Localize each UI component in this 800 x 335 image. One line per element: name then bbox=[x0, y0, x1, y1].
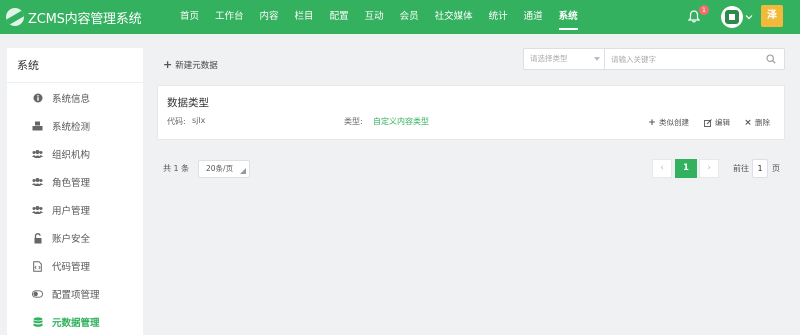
sidebar-title: 系统 bbox=[7, 48, 143, 83]
nav-item-catalog[interactable]: 栏目 bbox=[287, 0, 322, 34]
unlock-icon bbox=[32, 232, 43, 244]
page-1-button[interactable]: 1 bbox=[675, 159, 697, 178]
nav-item-home[interactable]: 首页 bbox=[172, 0, 207, 34]
avatar[interactable]: 泽 bbox=[761, 5, 783, 27]
main-nav: 首页 工作台 内容 栏目 配置 互动 会员 社交媒体 统计 通道 系统 bbox=[172, 0, 586, 34]
new-metadata-button[interactable]: + 新建元数据 bbox=[163, 58, 218, 72]
nav-item-system[interactable]: 系统 bbox=[551, 0, 586, 34]
sidebar-item-user-management[interactable]: 用户管理 bbox=[7, 200, 143, 220]
next-page-button[interactable]: › bbox=[699, 159, 719, 178]
nav-item-social-media[interactable]: 社交媒体 bbox=[427, 0, 481, 34]
prev-page-button[interactable]: ‹ bbox=[652, 159, 672, 178]
database-icon bbox=[32, 316, 43, 328]
code-file-icon bbox=[32, 260, 43, 272]
metadata-card: 数据类型 代码: sjlx 类型: 自定义内容类型 + 类似创建 编辑 × 删除 bbox=[157, 85, 785, 140]
sidebar: 系统 系统信息 系统检测 组织机构 角色管理 用户管理 账户安全 代码管理 配置… bbox=[7, 48, 143, 335]
copy-create-button[interactable]: + 类似创建 bbox=[648, 117, 689, 128]
total-count: 共 1 条 bbox=[163, 164, 190, 173]
app-title: ZCMS内容管理系统 bbox=[28, 11, 142, 27]
type-select[interactable]: 请选择类型 bbox=[523, 48, 605, 70]
card-title: 数据类型 bbox=[167, 97, 209, 109]
users-icon bbox=[32, 177, 43, 188]
delete-button[interactable]: × 删除 bbox=[744, 117, 770, 128]
nav-item-member[interactable]: 会员 bbox=[392, 0, 427, 34]
edit-icon bbox=[704, 118, 712, 127]
goto-unit: 页 bbox=[772, 164, 780, 173]
code-label: 代码: bbox=[167, 117, 186, 126]
chevron-down-icon[interactable] bbox=[745, 13, 753, 21]
sidebar-item-account-security[interactable]: 账户安全 bbox=[7, 228, 143, 248]
users-icon bbox=[32, 149, 43, 160]
edit-button[interactable]: 编辑 bbox=[704, 117, 730, 128]
cubes-icon bbox=[32, 121, 43, 132]
sidebar-item-metadata-management[interactable]: 元数据管理 bbox=[7, 312, 143, 332]
nav-item-content[interactable]: 内容 bbox=[252, 0, 287, 34]
search-icon[interactable] bbox=[766, 54, 776, 64]
nav-item-config[interactable]: 配置 bbox=[322, 0, 357, 34]
nav-item-workbench[interactable]: 工作台 bbox=[207, 0, 252, 34]
users-icon bbox=[32, 205, 43, 216]
plus-icon: + bbox=[648, 117, 656, 128]
sidebar-item-organization[interactable]: 组织机构 bbox=[7, 144, 143, 164]
nav-item-channel[interactable]: 通道 bbox=[516, 0, 551, 34]
search-input[interactable] bbox=[605, 49, 755, 69]
goto-label: 前往 bbox=[733, 164, 749, 173]
sidebar-item-system-info[interactable]: 系统信息 bbox=[7, 88, 143, 108]
toggle-icon bbox=[32, 289, 43, 300]
goto-page-input[interactable]: 1 bbox=[752, 159, 768, 178]
resize-icon bbox=[240, 168, 246, 174]
page-size-select[interactable]: 20条/页 bbox=[198, 160, 250, 178]
type-value: 自定义内容类型 bbox=[373, 117, 429, 126]
bell-icon[interactable] bbox=[688, 10, 700, 23]
app-logo[interactable]: ZCMS内容管理系统 bbox=[6, 6, 142, 28]
sidebar-item-config-items[interactable]: 配置项管理 bbox=[7, 284, 143, 304]
logo-icon bbox=[6, 8, 24, 26]
caret-down-icon bbox=[594, 57, 600, 61]
top-bar: ZCMS内容管理系统 首页 工作台 内容 栏目 配置 互动 会员 社交媒体 统计… bbox=[0, 0, 800, 34]
site-logo[interactable] bbox=[721, 6, 743, 28]
sidebar-item-code-management[interactable]: 代码管理 bbox=[7, 256, 143, 276]
sidebar-item-role-management[interactable]: 角色管理 bbox=[7, 172, 143, 192]
nav-item-statistics[interactable]: 统计 bbox=[481, 0, 516, 34]
code-value: sjlx bbox=[192, 116, 206, 125]
notification-badge: 1 bbox=[699, 5, 709, 15]
search-field bbox=[605, 48, 785, 70]
close-icon: × bbox=[744, 117, 752, 128]
nav-item-interaction[interactable]: 互动 bbox=[357, 0, 392, 34]
plus-icon: + bbox=[163, 58, 173, 71]
sidebar-item-system-check[interactable]: 系统检测 bbox=[7, 116, 143, 136]
type-label: 类型: bbox=[344, 117, 363, 126]
info-icon bbox=[32, 93, 43, 104]
